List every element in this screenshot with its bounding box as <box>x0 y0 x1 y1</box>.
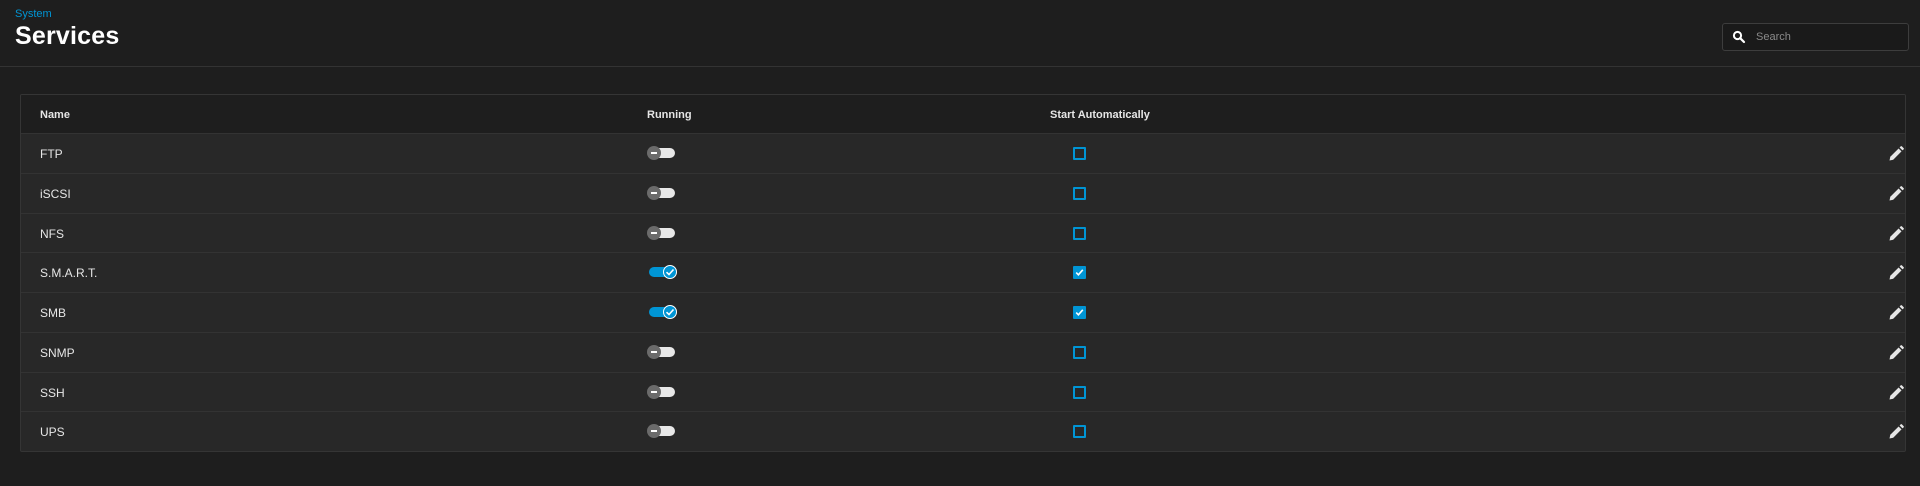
search-icon <box>1732 30 1746 44</box>
service-name: S.M.A.R.T. <box>40 266 98 281</box>
table-row: UPS <box>21 412 1905 451</box>
service-name: NFS <box>40 226 64 241</box>
running-toggle[interactable] <box>647 424 677 439</box>
page-title: Services <box>15 22 120 50</box>
running-toggle[interactable] <box>647 185 677 200</box>
start-automatically-checkbox[interactable] <box>1073 226 1086 240</box>
minus-icon <box>647 424 661 439</box>
table-body: FTP iSCSI NFS S.M.A.R.T. SMB SNMP SSH UPS <box>21 134 1905 451</box>
start-automatically-checkbox[interactable] <box>1073 147 1086 160</box>
search-input[interactable] <box>1756 24 1906 50</box>
check-icon <box>663 265 677 280</box>
running-toggle[interactable] <box>647 344 677 359</box>
column-header-name[interactable]: Name <box>40 109 70 121</box>
running-toggle[interactable] <box>647 146 677 160</box>
search-box[interactable] <box>1722 23 1909 51</box>
service-name: FTP <box>40 147 63 161</box>
edit-button[interactable] <box>1887 384 1905 402</box>
check-icon <box>663 305 677 319</box>
minus-icon <box>647 146 661 160</box>
minus-icon <box>647 225 661 240</box>
services-page: System Services Name Running Start Autom… <box>0 0 1920 486</box>
table-row: NFS <box>21 214 1905 254</box>
start-automatically-checkbox[interactable] <box>1073 186 1086 200</box>
edit-button[interactable] <box>1887 344 1905 362</box>
table-row: iSCSI <box>21 174 1905 214</box>
table-row: SMB <box>21 293 1905 333</box>
edit-button[interactable] <box>1887 145 1905 163</box>
breadcrumb-system[interactable]: System <box>15 8 52 20</box>
service-name: SNMP <box>40 345 75 360</box>
edit-button[interactable] <box>1887 423 1905 441</box>
table-header: Name Running Start Automatically <box>21 95 1905 134</box>
edit-button[interactable] <box>1887 304 1905 322</box>
pencil-icon <box>1889 265 1904 280</box>
minus-icon <box>647 384 661 399</box>
column-header-start-automatically[interactable]: Start Automatically <box>1050 109 1150 121</box>
pencil-icon <box>1889 344 1904 360</box>
running-toggle[interactable] <box>647 384 677 399</box>
running-toggle[interactable] <box>647 225 677 240</box>
edit-button[interactable] <box>1887 185 1905 203</box>
service-name: iSCSI <box>40 186 71 201</box>
pencil-icon <box>1889 384 1904 399</box>
services-table: Name Running Start Automatically FTP iSCS… <box>20 94 1906 452</box>
edit-button[interactable] <box>1887 264 1905 282</box>
table-row: FTP <box>21 134 1905 174</box>
check-icon <box>1075 269 1084 277</box>
service-name: SSH <box>40 385 65 400</box>
service-name: UPS <box>40 425 65 440</box>
start-automatically-checkbox[interactable] <box>1073 306 1086 319</box>
service-name: SMB <box>40 306 67 320</box>
column-header-running[interactable]: Running <box>647 109 692 121</box>
edit-button[interactable] <box>1887 225 1905 243</box>
minus-icon <box>647 344 661 359</box>
page-header: System Services <box>0 0 1920 67</box>
start-automatically-checkbox[interactable] <box>1073 266 1086 280</box>
pencil-icon <box>1889 225 1904 240</box>
running-toggle[interactable] <box>647 265 677 280</box>
minus-icon <box>647 185 661 200</box>
pencil-icon <box>1889 424 1904 439</box>
table-row: SSH <box>21 373 1905 413</box>
pencil-icon <box>1889 185 1904 201</box>
running-toggle[interactable] <box>647 305 677 319</box>
pencil-icon <box>1889 305 1904 320</box>
start-automatically-checkbox[interactable] <box>1073 345 1086 359</box>
start-automatically-checkbox[interactable] <box>1073 425 1086 439</box>
table-row: S.M.A.R.T. <box>21 253 1905 293</box>
check-icon <box>1075 309 1084 316</box>
start-automatically-checkbox[interactable] <box>1073 385 1086 399</box>
pencil-icon <box>1889 146 1904 161</box>
table-row: SNMP <box>21 333 1905 373</box>
